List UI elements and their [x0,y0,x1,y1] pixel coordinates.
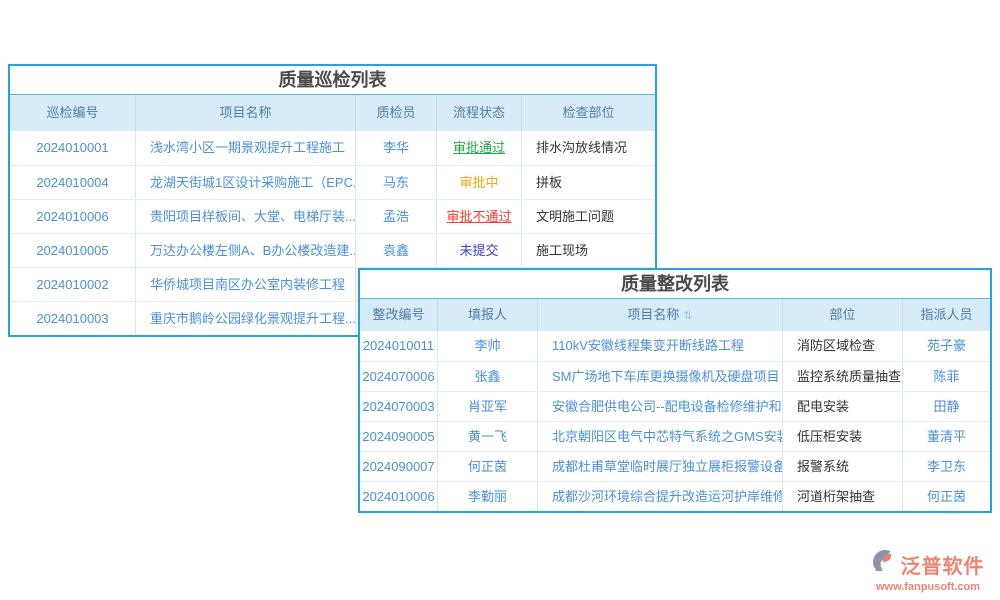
flow-status-cell: 审批不通过 [436,200,521,233]
rectification-id-cell[interactable]: 2024010011 [360,331,437,361]
reporter-cell[interactable]: 李勤丽 [437,482,537,511]
project-name-cell[interactable]: 华侨城项目南区办公室内装修工程 [135,268,355,301]
reporter-cell[interactable]: 李帅 [437,331,537,361]
inspection-id-cell[interactable]: 2024010003 [10,302,135,335]
assignee-cell[interactable]: 苑子豪 [902,331,990,361]
table-row: 2024070006 张鑫 SM广场地下车库更换摄像机及硬盘项目 监控系统质量抽… [360,361,990,391]
table-row: 2024010011 李帅 110kV安徽线程集变开断线路工程 消防区域检查 苑… [360,331,990,361]
project-name-cell[interactable]: 成都沙河环境综合提升改造运河护岸维修改造 [537,482,782,511]
project-name-cell[interactable]: 龙湖天街城1区设计采购施工（EPC... [135,166,355,199]
location-cell: 监控系统质量抽查 [782,362,902,391]
reporter-cell[interactable]: 何正茵 [437,452,537,481]
project-name-cell[interactable]: 万达办公楼左侧A、B办公楼改造建... [135,234,355,267]
assignee-cell[interactable]: 董清平 [902,422,990,451]
col-header-assignee: 指派人员 [902,299,990,331]
location-cell: 河道桁架抽查 [782,482,902,511]
brand-footer: 泛普软件 www.fanpusoft.com [863,549,993,593]
rectification-id-cell[interactable]: 2024010006 [360,482,437,511]
inspector-cell[interactable]: 孟浩 [355,200,436,233]
table-row: 2024010006 贵阳项目样板间、大堂、电梯厅装... 孟浩 审批不通过 文… [10,199,655,233]
table-row: 2024090005 黄一飞 北京朝阳区电气中芯特气系统之GMS安装 低压柜安装… [360,421,990,451]
inspector-cell[interactable]: 袁鑫 [355,234,436,267]
check-location-cell: 拼板 [521,166,655,199]
location-cell: 低压柜安装 [782,422,902,451]
assignee-cell[interactable]: 田静 [902,392,990,421]
col-header-inspection-id: 巡检编号 [10,95,135,131]
project-name-cell[interactable]: SM广场地下车库更换摄像机及硬盘项目 [537,362,782,391]
inspection-id-cell[interactable]: 2024010006 [10,200,135,233]
quality-rectification-table: 质量整改列表 整改编号 填报人 项目名称 ⇅ 部位 指派人员 2024010011… [358,268,992,513]
col-header-flow-status: 流程状态 [436,95,521,131]
assignee-cell[interactable]: 李卫东 [902,452,990,481]
project-name-cell[interactable]: 贵阳项目样板间、大堂、电梯厅装... [135,200,355,233]
location-cell: 消防区域检查 [782,331,902,361]
status-badge: 审批不通过 [446,200,511,233]
col-header-project-name-sortable[interactable]: 项目名称 ⇅ [537,299,782,331]
inspection-id-cell[interactable]: 2024010001 [10,131,135,165]
rectification-id-cell[interactable]: 2024090005 [360,422,437,451]
reporter-cell[interactable]: 张鑫 [437,362,537,391]
status-badge: 审批通过 [453,131,505,165]
rectification-table-body: 2024010011 李帅 110kV安徽线程集变开断线路工程 消防区域检查 苑… [360,331,990,511]
assignee-cell[interactable]: 何正茵 [902,482,990,511]
status-badge: 审批中 [459,166,498,199]
project-name-cell[interactable]: 北京朝阳区电气中芯特气系统之GMS安装 [537,422,782,451]
col-header-rectification-id: 整改编号 [360,299,437,331]
table-row: 2024010004 龙湖天街城1区设计采购施工（EPC... 马东 审批中 拼… [10,165,655,199]
brand-name: 泛普软件 [901,550,985,579]
project-name-cell[interactable]: 成都杜甫草堂临时展厅独立展柜报警设备安装... [537,452,782,481]
sort-icon[interactable]: ⇅ [683,310,692,322]
col-header-reporter: 填报人 [437,299,537,331]
check-location-cell: 文明施工问题 [521,200,655,233]
flow-status-cell: 未提交 [436,234,521,267]
flow-status-cell: 审批通过 [436,131,521,165]
fanpu-logo-icon [872,549,898,580]
col-header-project-name-label: 项目名称 [627,307,679,322]
table-row: 2024010006 李勤丽 成都沙河环境综合提升改造运河护岸维修改造 河道桁架… [360,481,990,511]
col-header-inspector: 质检员 [355,95,436,131]
inspection-table-title: 质量巡检列表 [10,66,655,95]
table-row: 2024090007 何正茵 成都杜甫草堂临时展厅独立展柜报警设备安装... 报… [360,451,990,481]
rectification-table-header: 整改编号 填报人 项目名称 ⇅ 部位 指派人员 [360,299,990,331]
check-location-cell: 排水沟放线情况 [521,131,655,165]
rectification-id-cell[interactable]: 2024090007 [360,452,437,481]
inspector-cell[interactable]: 李华 [355,131,436,165]
rectification-table-title: 质量整改列表 [360,270,990,299]
rectification-id-cell[interactable]: 2024070006 [360,362,437,391]
inspector-cell[interactable]: 马东 [355,166,436,199]
inspection-id-cell[interactable]: 2024010005 [10,234,135,267]
brand-url[interactable]: www.fanpusoft.com [863,581,993,593]
col-header-location: 部位 [782,299,902,331]
assignee-cell[interactable]: 陈菲 [902,362,990,391]
check-location-cell: 施工现场 [521,234,655,267]
flow-status-cell: 审批中 [436,166,521,199]
project-name-cell[interactable]: 安徽合肥供电公司--配电设备检修维护和改造 [537,392,782,421]
project-name-cell[interactable]: 110kV安徽线程集变开断线路工程 [537,331,782,361]
inspection-id-cell[interactable]: 2024010002 [10,268,135,301]
location-cell: 配电安装 [782,392,902,421]
reporter-cell[interactable]: 肖亚军 [437,392,537,421]
project-name-cell[interactable]: 浅水湾小区一期景观提升工程施工 [135,131,355,165]
inspection-id-cell[interactable]: 2024010004 [10,166,135,199]
project-name-cell[interactable]: 重庆市鹅岭公园绿化景观提升工程... [135,302,355,335]
rectification-id-cell[interactable]: 2024070003 [360,392,437,421]
location-cell: 报警系统 [782,452,902,481]
table-row: 2024010001 浅水湾小区一期景观提升工程施工 李华 审批通过 排水沟放线… [10,131,655,165]
col-header-project-name: 项目名称 [135,95,355,131]
table-row: 2024010005 万达办公楼左侧A、B办公楼改造建... 袁鑫 未提交 施工… [10,233,655,267]
status-badge: 未提交 [459,234,498,267]
col-header-check-location: 检查部位 [521,95,655,131]
reporter-cell[interactable]: 黄一飞 [437,422,537,451]
table-row: 2024070003 肖亚军 安徽合肥供电公司--配电设备检修维护和改造 配电安… [360,391,990,421]
inspection-table-header: 巡检编号 项目名称 质检员 流程状态 检查部位 [10,95,655,131]
